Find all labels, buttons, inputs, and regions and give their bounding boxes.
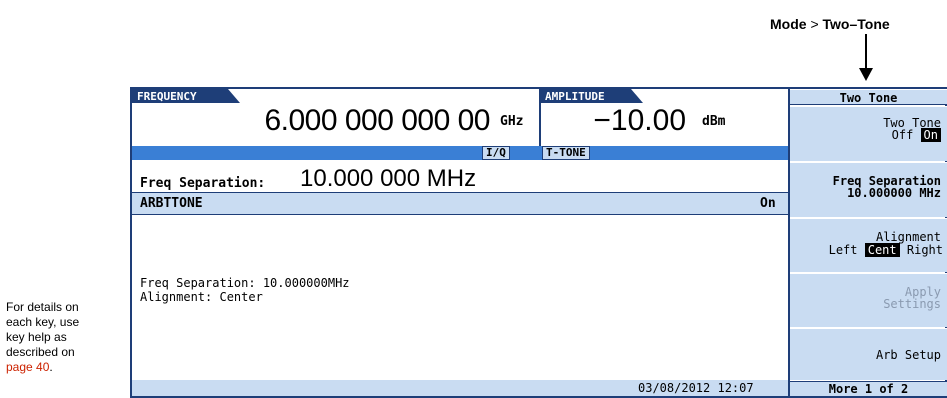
ttone-indicator: T-TONE bbox=[542, 146, 590, 160]
option-on-selected: On bbox=[920, 128, 941, 142]
note-tail: . bbox=[49, 360, 53, 374]
info-alignment: Alignment: Center bbox=[140, 290, 263, 304]
menu-separator: > bbox=[810, 16, 819, 32]
header-divider bbox=[539, 89, 541, 146]
status-strip bbox=[132, 146, 788, 160]
help-note: For details on each key, use key help as… bbox=[6, 300, 116, 375]
note-line: For details on bbox=[6, 300, 79, 314]
note-line: described on bbox=[6, 345, 75, 359]
freq-separation-label: Freq Separation: bbox=[140, 176, 266, 191]
softkey-label: Settings bbox=[883, 297, 941, 311]
iq-indicator: I/Q bbox=[482, 146, 510, 160]
frequency-unit: GHz bbox=[500, 114, 524, 129]
frequency-label: FREQUENCY bbox=[137, 90, 197, 103]
softkey-label: Arb Setup bbox=[875, 348, 941, 362]
option-right: Right bbox=[906, 243, 943, 257]
info-freq-separation: Freq Separation: 10.000000MHz bbox=[140, 276, 350, 290]
softkey-value: 10.000000 MHz bbox=[847, 186, 941, 200]
date-time: 03/08/2012 12:07 bbox=[638, 381, 754, 395]
freq-separation-key[interactable]: Freq Separation 10.000000 MHz bbox=[790, 162, 947, 217]
amplitude-label: AMPLITUDE bbox=[545, 90, 605, 103]
note-line: each key, use bbox=[6, 315, 80, 329]
option-off: Off bbox=[891, 128, 914, 142]
option-left: Left bbox=[828, 243, 858, 257]
menu-key-mode: Mode bbox=[770, 16, 807, 32]
note-link-line: page 40. bbox=[6, 360, 116, 375]
arb-setup-key[interactable]: Arb Setup bbox=[790, 328, 947, 380]
softkey-label: Alignment bbox=[875, 230, 941, 244]
arb-status-bar bbox=[132, 193, 788, 214]
option-cent-selected: Cent bbox=[864, 243, 900, 257]
alignment-key[interactable]: Alignment Left Cent Right bbox=[790, 218, 947, 272]
menu-path-annotation: Mode > Two–Tone bbox=[770, 16, 890, 32]
two-tone-toggle-key[interactable]: Two Tone Off On bbox=[790, 106, 947, 161]
apply-settings-key[interactable]: Apply Settings bbox=[790, 273, 947, 327]
divider bbox=[132, 214, 788, 215]
down-arrow-icon bbox=[859, 34, 873, 81]
note-line: key help as bbox=[6, 330, 67, 344]
softkey-menu-title: Two Tone bbox=[790, 89, 947, 105]
menu-item-two-tone: Two–Tone bbox=[822, 16, 890, 32]
frequency-value[interactable]: 6.000 000 000 00 bbox=[132, 104, 490, 138]
arb-title: ARBTTONE bbox=[140, 196, 203, 211]
freq-separation-value: 10.000 000 MHz bbox=[300, 165, 477, 192]
more-key[interactable]: More 1 of 2 bbox=[790, 381, 947, 396]
amplitude-unit: dBm bbox=[702, 114, 726, 129]
arb-state: On bbox=[760, 196, 776, 211]
page-link[interactable]: page 40 bbox=[6, 360, 49, 374]
amplitude-value[interactable]: −10.00 bbox=[548, 104, 686, 138]
softkey-options: Left Cent Right bbox=[828, 243, 943, 257]
softkey-options: Off On bbox=[891, 128, 941, 142]
